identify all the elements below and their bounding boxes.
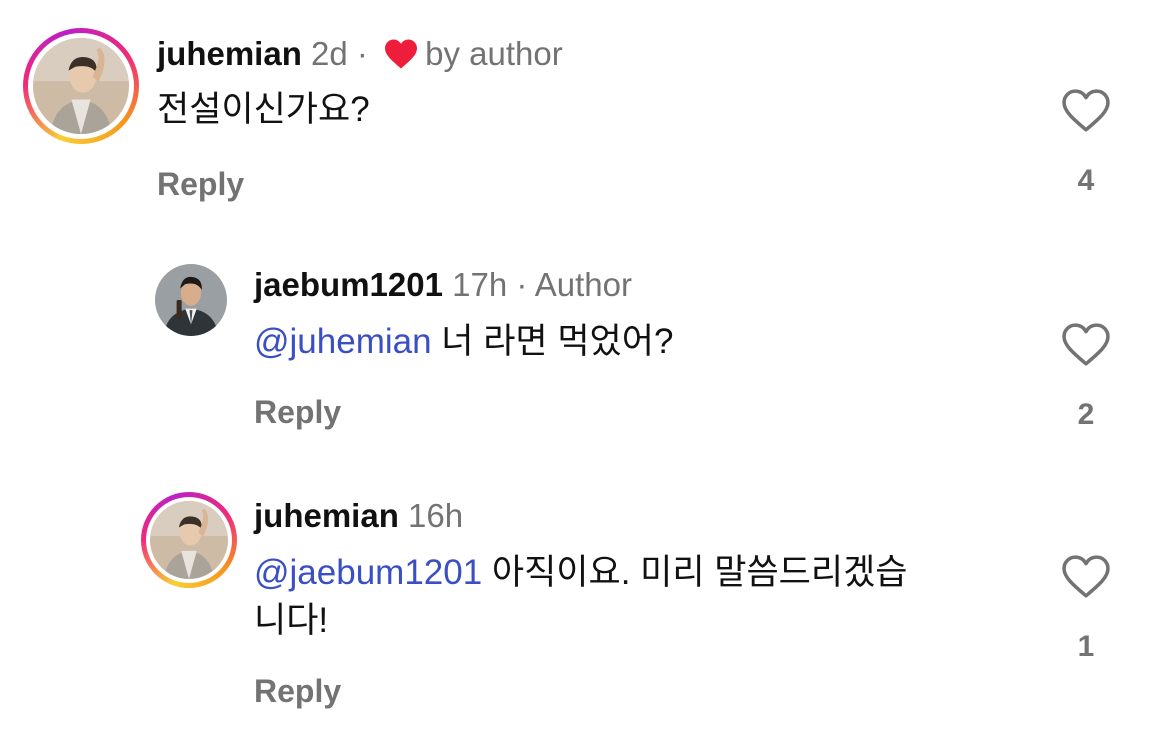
comment-thread: juhemian 2d · by author 전설이신가요? Reply 4 — [0, 0, 1170, 742]
like-control: 1 — [1056, 554, 1116, 664]
heart-outline-icon[interactable] — [1060, 554, 1112, 600]
comment-body: 아직이요. 미리 말씀드리겠습 — [482, 553, 908, 592]
mention-link[interactable]: @jaebum1201 — [254, 553, 482, 592]
comment-text: @jaebum1201 아직이요. 미리 말씀드리겠습 니다! — [254, 551, 1034, 643]
comment-line-1: @jaebum1201 아직이요. 미리 말씀드리겠습 — [254, 551, 1034, 595]
reply-button[interactable]: Reply — [254, 673, 341, 710]
avatar-photo — [150, 501, 228, 579]
comment-line-2: 니다! — [254, 601, 329, 640]
comment-header: juhemian 16h — [254, 499, 463, 532]
username[interactable]: juhemian — [254, 497, 399, 534]
avatar[interactable] — [141, 492, 237, 588]
like-count: 1 — [1077, 630, 1095, 663]
comment-3: juhemian 16h @jaebum1201 아직이요. 미리 말씀드리겠습… — [0, 0, 1170, 742]
timestamp: 16h — [408, 497, 464, 534]
